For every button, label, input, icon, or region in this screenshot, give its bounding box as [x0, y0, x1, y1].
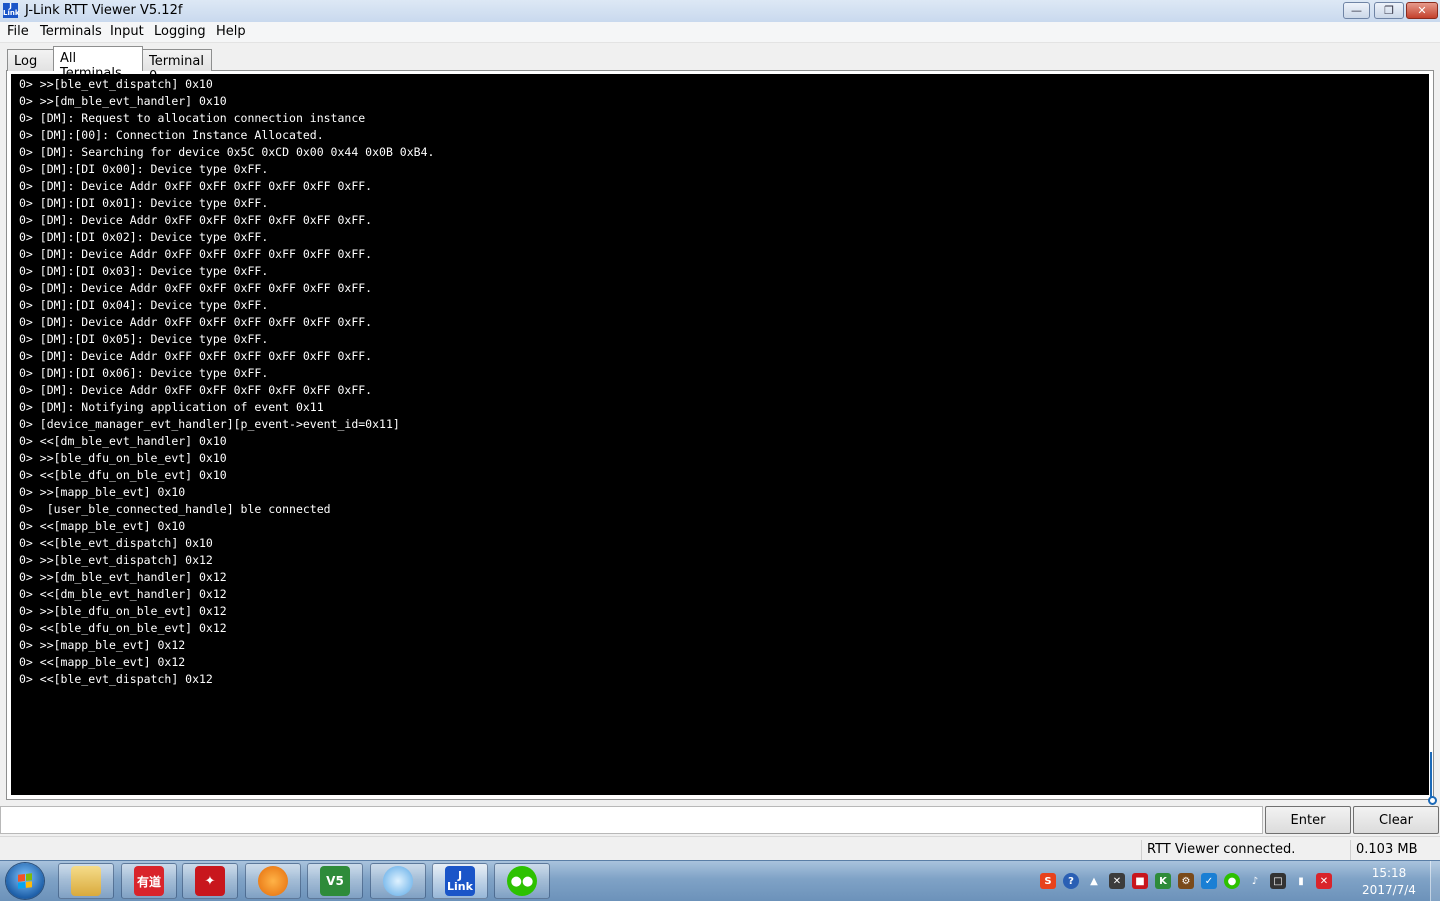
terminal-input-field[interactable]	[0, 806, 1263, 834]
taskbar-app-orange[interactable]	[245, 863, 301, 899]
taskbar-app-jlink-rtt-viewer[interactable]: J Link	[432, 863, 488, 899]
system-tray: S ? ▲ ✕ ■ K ⚙ ✓ ● ♪ □ ▮ ✕	[1040, 869, 1332, 893]
terminal-line: 0> [DM]: Notifying application of event …	[19, 400, 324, 414]
terminal-line: 0> [DM]: Device Addr 0xFF 0xFF 0xFF 0xFF…	[19, 349, 373, 363]
terminal-line: 0> >>[dm_ble_evt_handler] 0x10	[19, 94, 227, 108]
taskbar-app-file-explorer[interactable]	[58, 863, 114, 899]
menu-logging[interactable]: Logging	[154, 24, 206, 39]
clock-date: 2017/7/4	[1362, 883, 1416, 897]
start-button[interactable]	[6, 863, 44, 899]
jlink-icon: J Link	[445, 866, 475, 896]
terminal-line: 0> [DM]: Device Addr 0xFF 0xFF 0xFF 0xFF…	[19, 247, 373, 261]
blue-circle-app-icon	[383, 866, 413, 896]
terminal-line: 0> >>[ble_evt_dispatch] 0x12	[19, 553, 213, 567]
jlink-app-icon: J Link	[3, 2, 20, 18]
show-desktop-button[interactable]	[1430, 861, 1440, 901]
terminal-line: 0> <<[dm_ble_evt_handler] 0x10	[19, 434, 227, 448]
terminal-line: 0> >>[dm_ble_evt_handler] 0x12	[19, 570, 227, 584]
network-error-icon[interactable]: ✕	[1316, 873, 1332, 889]
menu-file[interactable]: File	[7, 24, 29, 39]
taskbar-app-acrobat-reader[interactable]: ✦	[182, 863, 238, 899]
terminal-line: 0> [DM]:[DI 0x01]: Device type 0xFF.	[19, 196, 269, 210]
folder-icon	[71, 866, 101, 896]
close-button[interactable]: ✕	[1406, 2, 1438, 19]
clock-time: 15:18	[1371, 866, 1407, 880]
menu-bar: File Terminals Input Logging Help	[0, 22, 1440, 43]
taskbar-app-wechat[interactable]: ●●	[494, 863, 550, 899]
status-size: 0.103 MB	[1350, 840, 1438, 860]
terminal-line: 0> [DM]:[DI 0x06]: Device type 0xFF.	[19, 366, 269, 380]
status-message: RTT Viewer connected.	[1141, 840, 1346, 860]
tab-log[interactable]: Log	[7, 49, 54, 71]
terminal-line: 0> [DM]: Device Addr 0xFF 0xFF 0xFF 0xFF…	[19, 281, 373, 295]
terminal-line: 0> [DM]:[DI 0x04]: Device type 0xFF.	[19, 298, 269, 312]
terminal-line: 0> <<[mapp_ble_evt] 0x12	[19, 655, 186, 669]
terminal-line: 0> [DM]: Device Addr 0xFF 0xFF 0xFF 0xFF…	[19, 315, 373, 329]
title-bar: J Link J-Link RTT Viewer V5.12f — ❐ ✕	[0, 0, 1440, 23]
taskbar-app-keil-uvision[interactable]: V5	[307, 863, 363, 899]
clear-button[interactable]: Clear	[1353, 806, 1439, 834]
terminal-line: 0> [DM]: Device Addr 0xFF 0xFF 0xFF 0xFF…	[19, 179, 373, 193]
gear-icon[interactable]: ⚙	[1178, 873, 1194, 889]
menu-input[interactable]: Input	[110, 24, 144, 39]
terminal-line: 0> <<[ble_evt_dispatch] 0x10	[19, 536, 213, 550]
terminal-line: 0> [DM]:[DI 0x05]: Device type 0xFF.	[19, 332, 269, 346]
speaker-muted-icon[interactable]: ✕	[1109, 873, 1125, 889]
terminal-line: 0> [user_ble_connected_handle] ble conne…	[19, 502, 331, 516]
taskbar: 有道 ✦ V5 J Link ●● S ? ▲ ✕ ■ K ⚙ ✓ ● ♪ □ ▮…	[0, 860, 1440, 901]
terminal-line: 0> >>[ble_evt_dispatch] 0x10	[19, 77, 213, 91]
taskbar-app-youdao-dict[interactable]: 有道	[121, 863, 177, 899]
network-signal-icon[interactable]: ▮	[1293, 873, 1309, 889]
tab-terminal-0[interactable]: Terminal 0	[142, 49, 212, 84]
keil-icon: V5	[320, 866, 350, 896]
window-title: J-Link RTT Viewer V5.12f	[25, 3, 183, 18]
wechat-icon: ●●	[507, 866, 537, 896]
resize-handle[interactable]	[1430, 752, 1438, 800]
menu-help[interactable]: Help	[216, 24, 246, 39]
terminal-line: 0> >>[mapp_ble_evt] 0x10	[19, 485, 186, 499]
terminal-line: 0> [device_manager_evt_handler][p_event-…	[19, 417, 400, 431]
terminal-lines: 0> >>[ble_evt_dispatch] 0x10 0> >>[dm_ble…	[19, 76, 434, 688]
terminal-line: 0> [DM]:[DI 0x03]: Device type 0xFF.	[19, 264, 269, 278]
resize-handle-grip[interactable]	[1428, 796, 1437, 805]
terminal-line: 0> [DM]:[DI 0x00]: Device type 0xFF.	[19, 162, 269, 176]
terminal-line: 0> <<[mapp_ble_evt] 0x10	[19, 519, 186, 533]
sogou-ime-icon[interactable]: S	[1040, 873, 1056, 889]
menu-terminals[interactable]: Terminals	[40, 24, 102, 39]
terminal-line: 0> >>[ble_dfu_on_ble_evt] 0x12	[19, 604, 227, 618]
terminal-line: 0> [DM]:[00]: Connection Instance Alloca…	[19, 128, 324, 142]
enter-button[interactable]: Enter	[1265, 806, 1351, 834]
volume-icon[interactable]: ♪	[1247, 873, 1263, 889]
acrobat-icon: ✦	[195, 866, 225, 896]
chevron-up-icon[interactable]: ▲	[1086, 873, 1102, 889]
terminal-line: 0> >>[ble_dfu_on_ble_evt] 0x10	[19, 451, 227, 465]
security-app-icon[interactable]: ■	[1132, 873, 1148, 889]
terminal-line: 0> [DM]: Device Addr 0xFF 0xFF 0xFF 0xFF…	[19, 383, 373, 397]
terminal-line: 0> <<[ble_dfu_on_ble_evt] 0x10	[19, 468, 227, 482]
terminal-line: 0> <<[dm_ble_evt_handler] 0x12	[19, 587, 227, 601]
youdao-icon: 有道	[134, 866, 164, 896]
terminal-line: 0> [DM]: Request to allocation connectio…	[19, 111, 366, 125]
tab-all-terminals[interactable]: All Terminals	[53, 46, 143, 81]
restore-button[interactable]: ❐	[1374, 2, 1404, 19]
bluetooth-icon[interactable]: ✓	[1201, 873, 1217, 889]
terminal-line: 0> [DM]:[DI 0x02]: Device type 0xFF.	[19, 230, 269, 244]
help-icon[interactable]: ?	[1063, 873, 1079, 889]
keil-tray-icon[interactable]: K	[1155, 873, 1171, 889]
terminal-line: 0> >>[mapp_ble_evt] 0x12	[19, 638, 186, 652]
wechat-tray-icon[interactable]: ●	[1224, 873, 1240, 889]
terminal-line: 0> [DM]: Device Addr 0xFF 0xFF 0xFF 0xFF…	[19, 213, 373, 227]
terminal-output[interactable]: 0> >>[ble_evt_dispatch] 0x10 0> >>[dm_ble…	[11, 74, 1429, 795]
status-bar: RTT Viewer connected. 0.103 MB	[0, 836, 1440, 861]
taskbar-clock[interactable]: 15:18 2017/7/4	[1352, 865, 1426, 899]
terminal-line: 0> <<[ble_evt_dispatch] 0x12	[19, 672, 213, 686]
minimize-button[interactable]: —	[1343, 2, 1370, 19]
terminal-line: 0> [DM]: Searching for device 0x5C 0xCD …	[19, 145, 435, 159]
display-icon[interactable]: □	[1270, 873, 1286, 889]
terminal-line: 0> <<[ble_dfu_on_ble_evt] 0x12	[19, 621, 227, 635]
taskbar-app-blue-circle[interactable]	[370, 863, 426, 899]
orange-app-icon	[258, 866, 288, 896]
windows-logo-icon	[18, 873, 32, 889]
